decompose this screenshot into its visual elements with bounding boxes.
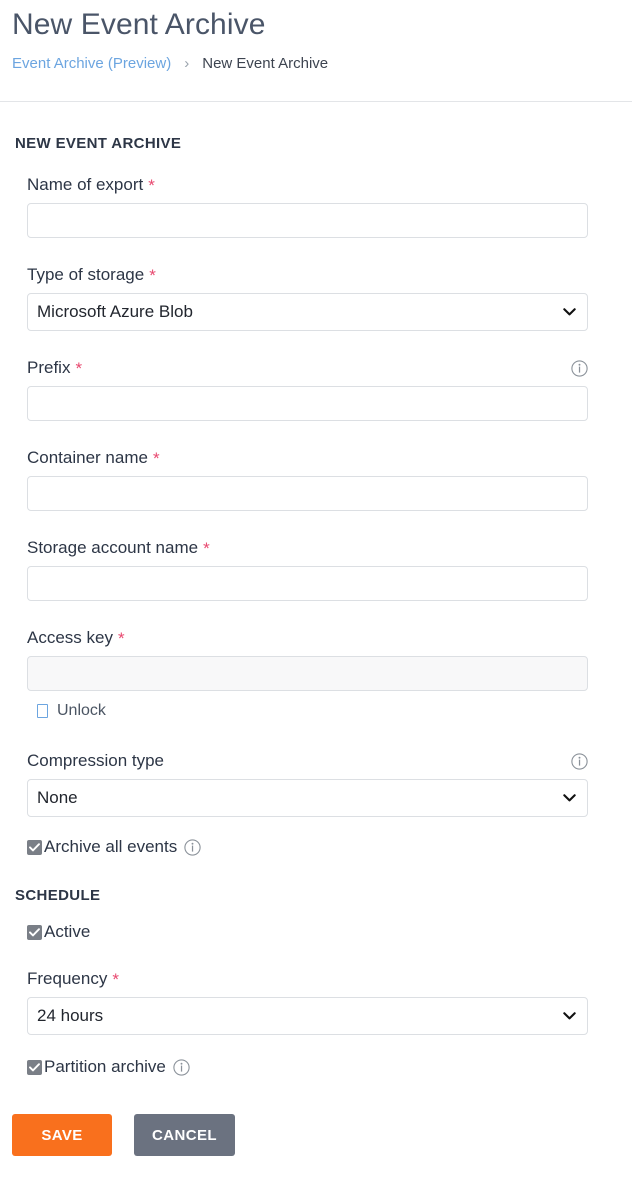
checkbox-row-active[interactable]: Active	[0, 922, 632, 942]
checkbox-partition-archive[interactable]	[27, 1059, 42, 1075]
lock-icon	[37, 704, 48, 718]
checkbox-label: Archive all events	[44, 837, 178, 856]
checkbox-archive-all-events[interactable]	[27, 839, 42, 855]
breadcrumb: Event Archive (Preview) › New Event Arch…	[0, 44, 632, 74]
field-frequency: Frequency * 24 hours	[0, 968, 632, 1035]
field-storage-account-name: Storage account name *	[0, 537, 632, 601]
event-archive-form: NEW EVENT ARCHIVE Name of export * Type …	[0, 135, 632, 1156]
input-name-of-export[interactable]	[27, 203, 588, 238]
select-wrapper-type-of-storage: Microsoft Azure Blob	[27, 293, 588, 331]
unlock-label: Unlock	[57, 702, 106, 719]
section-heading-new-event-archive: NEW EVENT ARCHIVE	[15, 135, 182, 152]
breadcrumb-current: New Event Archive	[202, 55, 329, 72]
page-title: New Event Archive	[12, 8, 266, 41]
section-heading-schedule: SCHEDULE	[15, 887, 101, 904]
label-type-of-storage: Type of storage *	[27, 264, 588, 293]
label-storage-account-name: Storage account name *	[27, 537, 588, 566]
field-container-name: Container name *	[0, 447, 632, 511]
label-name-of-export: Name of export *	[27, 174, 588, 203]
label-container-name: Container name *	[27, 447, 588, 476]
required-marker: *	[117, 628, 125, 648]
header-divider	[0, 101, 632, 102]
checkbox-label: Partition archive	[44, 1057, 166, 1076]
unlock-access-key-button[interactable]: Unlock	[0, 702, 632, 720]
select-wrapper-frequency: 24 hours	[27, 997, 588, 1035]
select-wrapper-compression-type: None	[27, 779, 588, 817]
checkbox-active[interactable]	[27, 924, 42, 940]
field-type-of-storage: Type of storage * Microsoft Azure Blob	[0, 264, 632, 331]
field-access-key: Access key *	[0, 627, 632, 691]
label-frequency: Frequency *	[27, 968, 588, 997]
input-container-name[interactable]	[27, 476, 588, 511]
input-prefix[interactable]	[27, 386, 588, 421]
cancel-button[interactable]: CANCEL	[134, 1114, 235, 1156]
required-marker: *	[148, 175, 155, 195]
label-compression-type: Compression type	[27, 750, 588, 779]
info-icon[interactable]	[571, 752, 588, 770]
checkbox-row-partition-archive[interactable]: Partition archive	[0, 1057, 632, 1077]
breadcrumb-separator-icon: ›	[184, 55, 190, 72]
required-marker: *	[75, 358, 83, 378]
input-access-key	[27, 656, 588, 691]
label-text: Prefix	[27, 358, 71, 377]
field-name-of-export: Name of export *	[0, 174, 632, 238]
info-icon[interactable]	[184, 838, 201, 856]
select-compression-type[interactable]: None	[27, 779, 588, 817]
label-text: Access key	[27, 628, 113, 647]
label-access-key: Access key *	[27, 627, 588, 656]
label-text: Type of storage	[27, 265, 145, 284]
label-text: Storage account name	[27, 538, 199, 557]
required-marker: *	[112, 969, 119, 989]
label-text: Frequency	[27, 969, 108, 988]
select-type-of-storage[interactable]: Microsoft Azure Blob	[27, 293, 588, 331]
checkbox-row-archive-all-events[interactable]: Archive all events	[0, 837, 632, 857]
required-marker: *	[203, 538, 210, 558]
save-button[interactable]: SAVE	[12, 1114, 112, 1156]
info-icon[interactable]	[571, 359, 588, 377]
required-marker: *	[149, 265, 156, 285]
input-storage-account-name[interactable]	[27, 566, 588, 601]
form-actions: SAVE CANCEL	[0, 1114, 632, 1156]
label-text: Compression type	[27, 751, 165, 770]
label-text: Name of export	[27, 175, 144, 194]
field-prefix: Prefix *	[0, 357, 632, 421]
label-prefix: Prefix *	[27, 357, 588, 386]
label-text: Container name	[27, 448, 148, 467]
field-compression-type: Compression type None	[0, 750, 632, 817]
breadcrumb-link-event-archive[interactable]: Event Archive (Preview)	[12, 54, 171, 74]
required-marker: *	[152, 448, 160, 468]
checkbox-label: Active	[44, 922, 91, 941]
new-event-archive-page: New Event Archive Event Archive (Preview…	[0, 0, 632, 1204]
select-frequency[interactable]: 24 hours	[27, 997, 588, 1035]
info-icon[interactable]	[173, 1058, 190, 1076]
